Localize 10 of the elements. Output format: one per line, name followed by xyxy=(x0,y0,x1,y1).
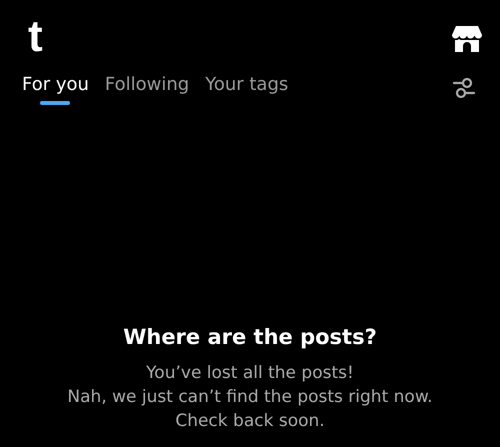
tab[interactable]: Following xyxy=(98,70,196,105)
empty-title: Where are the posts? xyxy=(123,325,377,349)
empty-message: You’ve lost all the posts! xyxy=(146,362,354,385)
empty-message: Nah, we just can’t find the posts right now. xyxy=(67,386,433,409)
tab[interactable]: For you xyxy=(16,70,95,105)
storefront-icon[interactable] xyxy=(452,25,482,53)
logo[interactable]: t xyxy=(28,15,43,59)
tab[interactable]: Your tags xyxy=(199,70,294,105)
empty-message: Check back soon. xyxy=(175,410,325,433)
filter-icon[interactable] xyxy=(452,76,476,98)
